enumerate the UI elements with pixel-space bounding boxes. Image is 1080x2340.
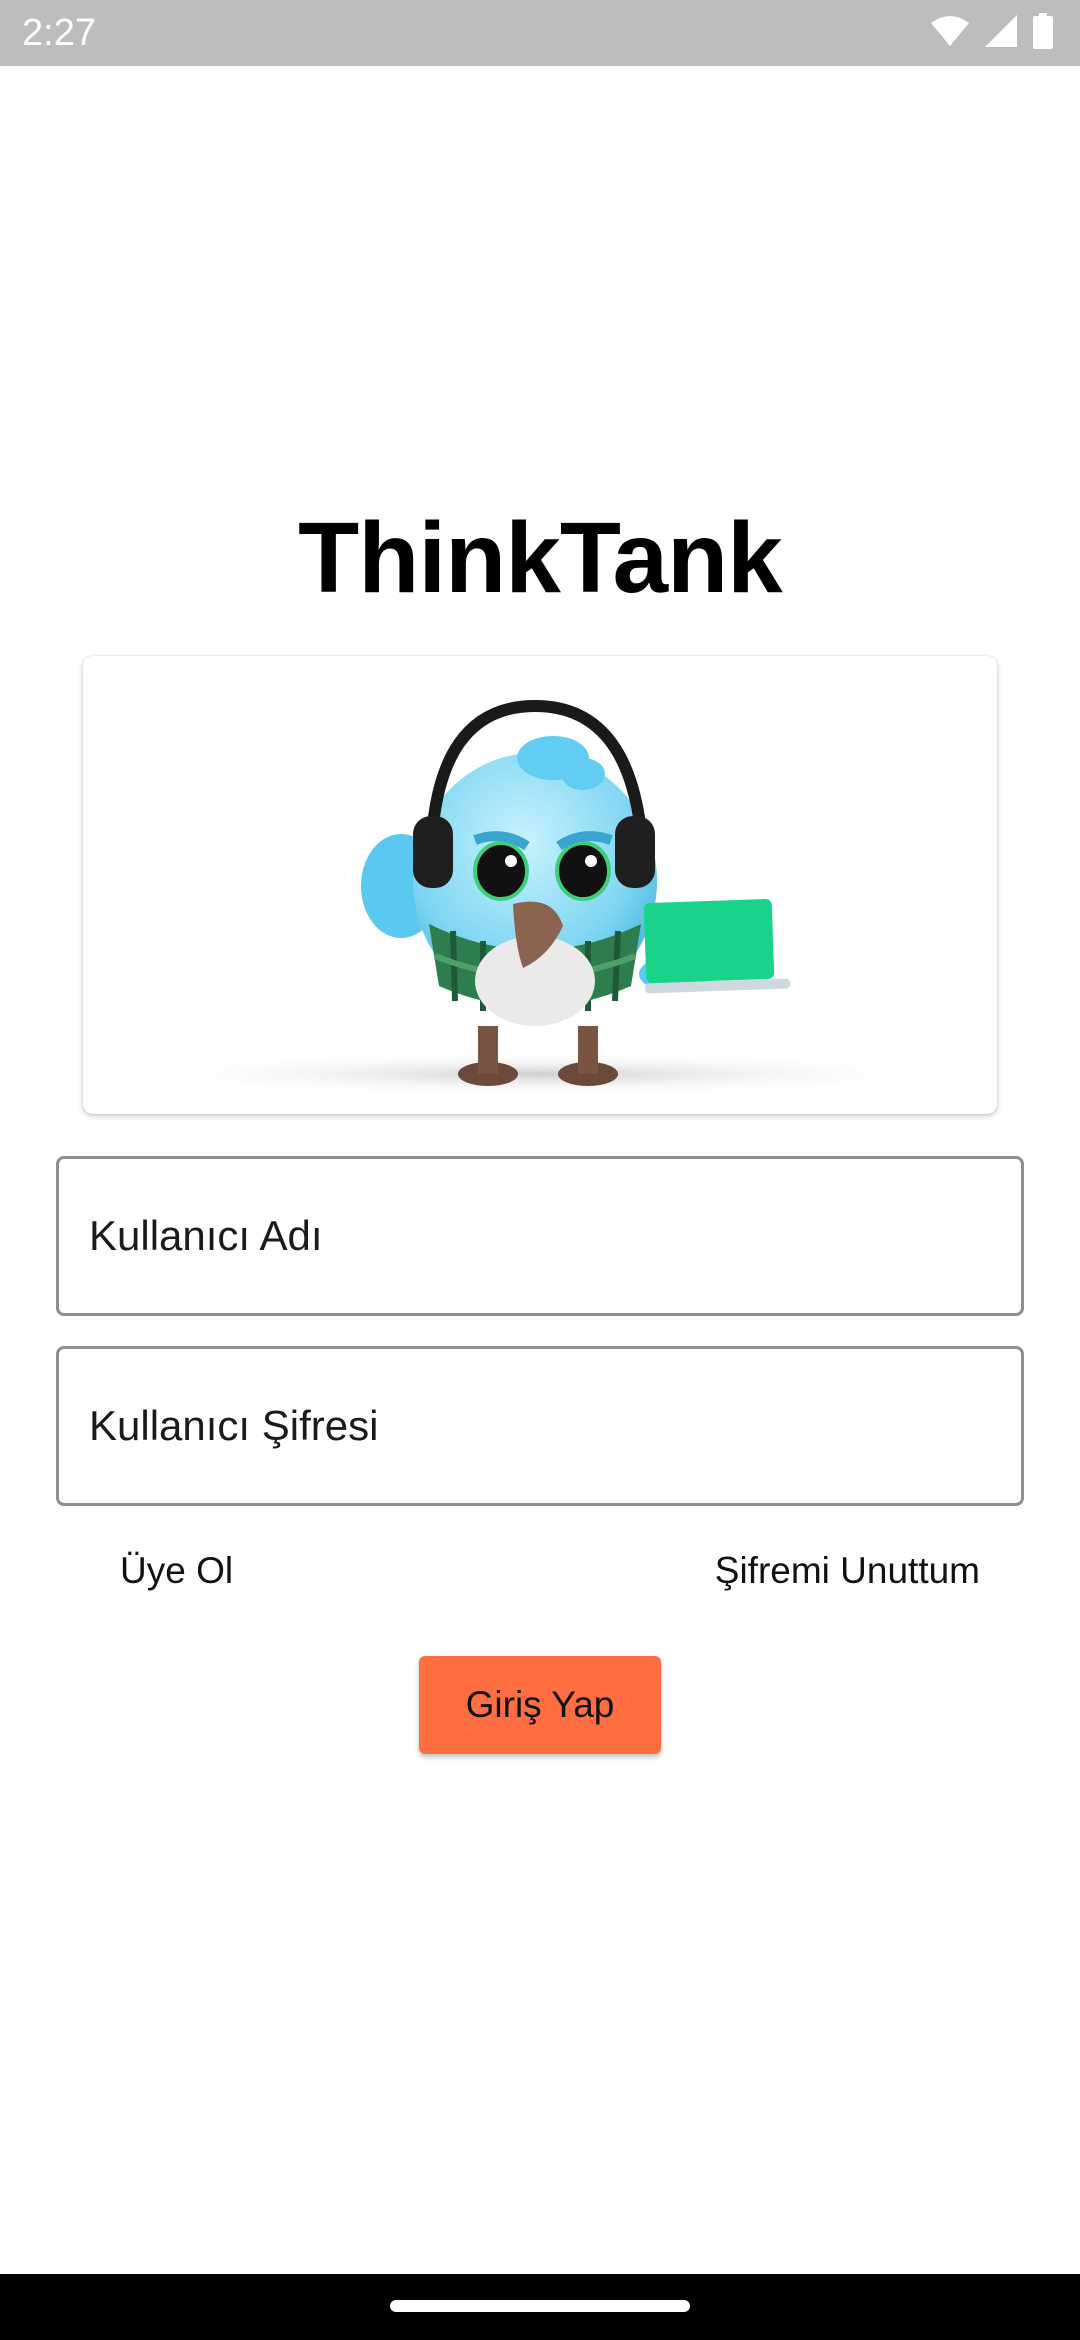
forgot-password-link[interactable]: Şifremi Unuttum [715, 1550, 980, 1592]
wifi-icon [930, 15, 970, 52]
username-input[interactable]: Kullanıcı Adı [56, 1156, 1024, 1316]
status-time: 2:27 [22, 12, 96, 54]
password-input[interactable]: Kullanıcı Şifresi [56, 1346, 1024, 1506]
status-bar: 2:27 [0, 0, 1080, 66]
password-placeholder: Kullanıcı Şifresi [89, 1402, 379, 1449]
username-placeholder: Kullanıcı Adı [89, 1212, 323, 1259]
home-indicator[interactable] [390, 2300, 690, 2312]
status-icons [930, 12, 1054, 54]
battery-icon [1032, 12, 1054, 54]
mascot-card [83, 656, 997, 1114]
app-title: ThinkTank [298, 502, 783, 614]
bird-mascot-icon [120, 699, 960, 1096]
cellular-signal-icon [984, 14, 1018, 53]
login-button[interactable]: Giriş Yap [419, 1656, 661, 1754]
signup-link[interactable]: Üye Ol [120, 1550, 233, 1592]
